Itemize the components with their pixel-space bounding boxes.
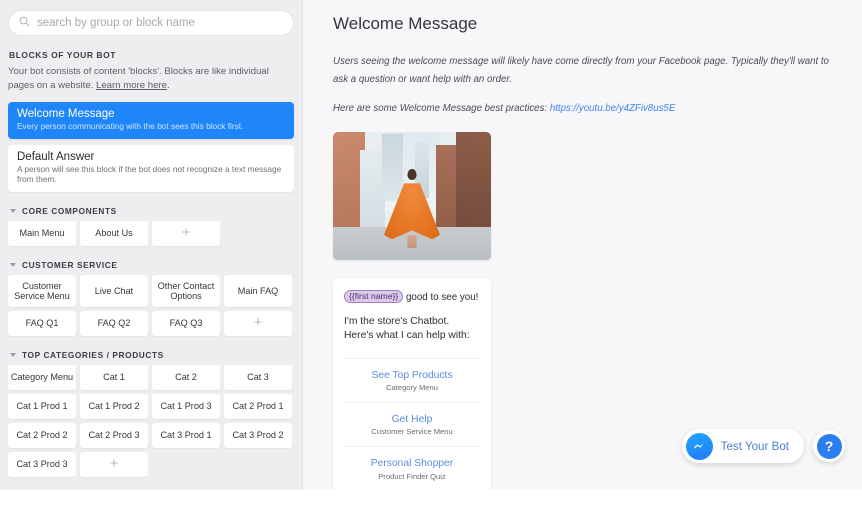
block-chip[interactable]: FAQ Q2 [80, 310, 148, 336]
block-chip[interactable]: Cat 1 [80, 364, 148, 390]
block-welcome-message[interactable]: Welcome Message Every person communicati… [8, 101, 294, 139]
greeting-line: {{first name}} good to see you! [344, 289, 480, 303]
block-subtitle: A person will see this block if the bot … [17, 163, 282, 184]
floating-action-row: Test Your Bot ? [681, 429, 845, 463]
photo-building-center-1 [381, 134, 403, 201]
test-your-bot-label: Test Your Bot [720, 439, 789, 453]
quick-reply-label: Personal Shopper [370, 458, 454, 470]
group-header-customer-service[interactable]: CUSTOMER SERVICE [10, 260, 294, 270]
block-chip[interactable]: Live Chat [80, 274, 148, 307]
learn-more-link[interactable]: Learn more here [96, 80, 167, 91]
block-chip[interactable]: Category Menu [8, 364, 76, 390]
sidebar: BLOCKS OF YOUR BOT Your bot consists of … [0, 0, 303, 490]
photo-figure-head [407, 169, 417, 181]
add-block-button[interactable]: + [80, 451, 148, 477]
block-chip[interactable]: Cat 2 Prod 1 [224, 393, 292, 419]
quick-reply-label: Get Help [391, 414, 433, 426]
quick-reply-label: See Top Products [371, 369, 453, 381]
intro-paragraph-2: Here are some Welcome Message best pract… [333, 100, 838, 118]
block-chip[interactable]: Cat 2 [152, 364, 220, 390]
block-title: Default Answer [17, 150, 95, 163]
help-button[interactable]: ? [813, 430, 845, 462]
block-subtitle: Every person communicating with the bot … [17, 120, 244, 131]
block-chip[interactable]: Cat 1 Prod 3 [152, 393, 220, 419]
block-chip[interactable]: Cat 2 Prod 3 [80, 422, 148, 448]
group-grid-customer-service: Customer Service Menu Live Chat Other Co… [8, 274, 294, 336]
chevron-down-icon [10, 208, 16, 213]
block-chip[interactable]: About Us [80, 220, 148, 246]
quick-reply-personal-shopper[interactable]: Personal Shopper Product Finder Quiz [344, 446, 480, 490]
add-block-button[interactable]: + [224, 310, 292, 336]
messenger-icon [685, 432, 713, 460]
intro-paragraph-1: Users seeing the welcome message will li… [333, 56, 829, 85]
first-name-token[interactable]: {{first name}} [344, 289, 404, 303]
block-default-answer[interactable]: Default Answer A person will see this bl… [8, 144, 294, 192]
page-title: Welcome Message [333, 14, 478, 33]
test-your-bot-button[interactable]: Test Your Bot [681, 429, 804, 463]
search-input[interactable] [37, 17, 283, 29]
block-chip[interactable]: Cat 1 Prod 1 [8, 393, 76, 419]
main-panel: Welcome Message Users seeing the welcome… [303, 0, 862, 490]
quick-reply-target: Product Finder Quiz [378, 471, 446, 481]
group-label: CORE COMPONENTS [22, 205, 117, 216]
quick-reply-target: Customer Service Menu [371, 427, 453, 437]
add-block-button[interactable]: + [152, 220, 220, 246]
sidebar-description: Your bot consists of content 'blocks'. B… [8, 65, 294, 93]
best-practices-link[interactable]: https://youtu.be/y4ZFiv8us5E [550, 103, 675, 114]
group-header-top-categories[interactable]: TOP CATEGORIES / PRODUCTS [10, 350, 294, 360]
blocks-heading: BLOCKS OF YOUR BOT [9, 50, 117, 60]
block-chip[interactable]: Cat 3 Prod 2 [224, 422, 292, 448]
best-practices-text: Here are some Welcome Message best pract… [333, 102, 550, 114]
attachment-image [333, 131, 491, 260]
chevron-down-icon [10, 262, 16, 267]
search-bar[interactable] [8, 10, 294, 36]
block-chip[interactable]: FAQ Q1 [8, 310, 76, 336]
group-grid-core-components: Main Menu About Us + [8, 220, 294, 246]
block-title: Welcome Message [17, 107, 115, 120]
block-chip[interactable]: FAQ Q3 [152, 310, 220, 336]
group-label: CUSTOMER SERVICE [22, 259, 118, 270]
block-chip[interactable]: Main Menu [8, 220, 76, 246]
question-mark-icon: ? [816, 433, 842, 459]
app-window: BLOCKS OF YOUR BOT Your bot consists of … [0, 0, 862, 490]
block-chip[interactable]: Cat 3 Prod 1 [152, 422, 220, 448]
block-chip[interactable]: Cat 2 Prod 2 [8, 422, 76, 448]
block-chip[interactable]: Cat 1 Prod 2 [80, 393, 148, 419]
group-grid-top-categories: Category Menu Cat 1 Cat 2 Cat 3 Cat 1 Pr… [8, 364, 294, 477]
quick-reply-target: Category Menu [386, 383, 438, 393]
quick-reply-get-help[interactable]: Get Help Customer Service Menu [344, 402, 480, 446]
description-period: . [166, 79, 170, 91]
block-chip[interactable]: Customer Service Menu [8, 274, 76, 307]
intro-text: Users seeing the welcome message will li… [333, 53, 838, 118]
greeting-rest: good to see you! [403, 291, 479, 303]
block-chip[interactable]: Cat 3 Prod 3 [8, 451, 76, 477]
quick-reply-see-top-products[interactable]: See Top Products Category Menu [344, 357, 480, 402]
message-preview-card[interactable]: {{first name}} good to see you! I'm the … [333, 277, 491, 490]
photo-figure-legs [407, 235, 417, 249]
search-icon [19, 14, 37, 32]
block-chip[interactable]: Other Contact Options [152, 274, 220, 307]
block-chip[interactable]: Main FAQ [224, 274, 292, 307]
group-label: TOP CATEGORIES / PRODUCTS [22, 349, 164, 360]
image-attachment-card[interactable] [333, 131, 491, 260]
message-body: I'm the store's Chatbot. Here's what I c… [344, 315, 470, 342]
chevron-down-icon [10, 352, 16, 357]
block-chip[interactable]: Cat 3 [224, 364, 292, 390]
group-header-core-components[interactable]: CORE COMPONENTS [10, 206, 294, 216]
